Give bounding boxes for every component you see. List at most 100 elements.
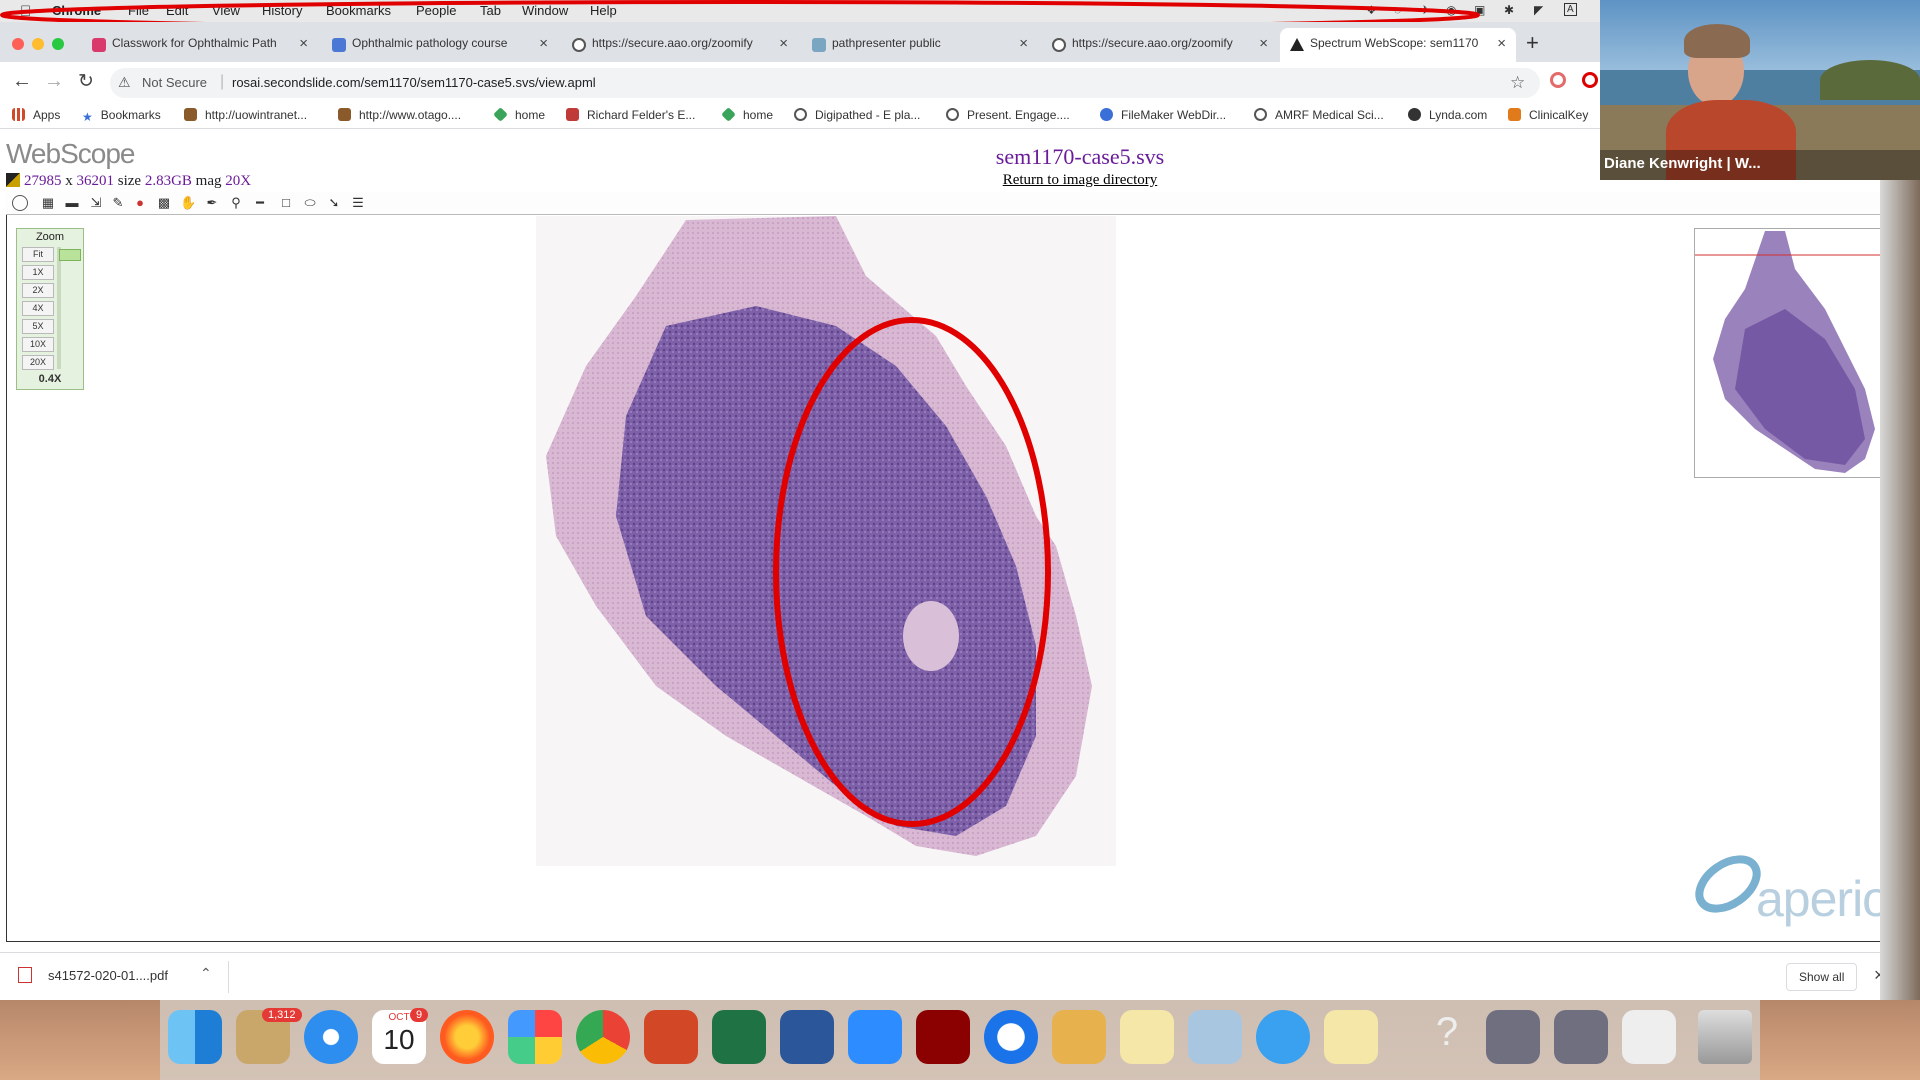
bookmark-bookmarks[interactable]: ★ Bookmarks <box>82 108 161 124</box>
cocktail-icon[interactable] <box>1052 1010 1106 1064</box>
url-text[interactable]: rosai.secondslide.com/sem1170/sem1170-ca… <box>232 75 596 90</box>
close-window-button[interactable] <box>12 38 24 50</box>
marker-icon[interactable]: ⚲ <box>228 195 244 211</box>
zoom-4x-button[interactable]: 4X <box>22 301 54 316</box>
bookmark-present-engage[interactable]: Present. Engage.... <box>946 108 1070 122</box>
tab-favicon-icon <box>332 38 346 52</box>
notes-icon[interactable] <box>1120 1010 1174 1064</box>
acrobat-icon[interactable] <box>916 1010 970 1064</box>
chrome-icon[interactable] <box>576 1010 630 1064</box>
label-icon[interactable]: ▬ <box>64 195 80 211</box>
firefox-icon[interactable] <box>440 1010 494 1064</box>
zoom-20x-button[interactable]: 20X <box>22 355 54 370</box>
color-icon[interactable]: ● <box>132 195 148 211</box>
thumbnail-navigator[interactable] <box>1694 228 1888 478</box>
powerpoint-icon[interactable] <box>644 1010 698 1064</box>
help-question-icon[interactable]: ? <box>1420 1010 1474 1064</box>
tab-aao-zoomify-1[interactable]: https://secure.aao.org/zoomify × <box>562 28 798 62</box>
tab-spectrum-webscope[interactable]: Spectrum WebScope: sem1170 × <box>1280 28 1516 62</box>
zoom-1x-button[interactable]: 1X <box>22 265 54 280</box>
return-link[interactable]: Return to image directory <box>880 172 1280 189</box>
globe-icon <box>572 38 586 52</box>
arrow-tool-icon[interactable]: ➘ <box>326 195 342 211</box>
bookmark-home-1[interactable]: home <box>493 107 545 122</box>
show-all-button[interactable]: Show all <box>1786 963 1858 991</box>
excel-icon[interactable] <box>712 1010 766 1064</box>
pen-icon[interactable]: ✒ <box>204 195 220 211</box>
trash-icon[interactable] <box>1698 1010 1752 1064</box>
aperio-wordmark: aperio <box>1756 871 1890 927</box>
edit-icon[interactable]: ✎ <box>110 195 126 211</box>
zoom-10x-button[interactable]: 10X <box>22 337 54 352</box>
ellipse-tool-icon[interactable]: ⬭ <box>302 195 318 211</box>
bookmarks-bar: Apps ★ Bookmarks http://uowintranet... ht… <box>0 104 1600 129</box>
back-icon[interactable]: ← <box>12 70 32 93</box>
tab-title: https://secure.aao.org/zoomify <box>592 36 753 50</box>
download-divider <box>228 961 229 993</box>
download-filename[interactable]: s41572-020-01....pdf <box>48 968 168 983</box>
rectangle-tool-icon[interactable]: □ <box>278 195 294 211</box>
documents-folder-icon[interactable] <box>1622 1010 1676 1064</box>
chevron-up-icon[interactable]: ⌃ <box>200 965 212 982</box>
bookmark-star-icon[interactable]: ☆ <box>1510 73 1525 93</box>
opera-extension-icon[interactable] <box>1582 72 1598 88</box>
reload-icon[interactable]: ↻ <box>78 70 94 93</box>
tab-favicon-icon <box>812 38 826 52</box>
tab-pathpresenter[interactable]: pathpresenter public × <box>802 28 1038 62</box>
extension-icon[interactable] <box>1550 72 1566 88</box>
zoom-2x-button[interactable]: 2X <box>22 283 54 298</box>
bookmark-lynda[interactable]: Lynda.com <box>1408 108 1487 122</box>
bookmark-apps[interactable]: Apps <box>12 108 60 122</box>
rotate-icon[interactable] <box>12 195 28 211</box>
quicktime-icon[interactable] <box>984 1010 1038 1064</box>
close-tab-icon[interactable]: × <box>779 35 788 52</box>
bookmark-amrf[interactable]: AMRF Medical Sci... <box>1254 108 1384 122</box>
image-icon <box>6 173 20 187</box>
zoom-slider-handle[interactable] <box>59 249 81 261</box>
zoom-window-button[interactable] <box>52 38 64 50</box>
new-tab-button[interactable]: + <box>1526 30 1539 56</box>
ruler-icon[interactable]: ━ <box>252 195 268 211</box>
close-tab-icon[interactable]: × <box>1259 35 1268 52</box>
bookmark-richard-felder[interactable]: Richard Felder's E... <box>566 108 695 122</box>
thumbnail-icon[interactable]: ▦ <box>40 195 56 211</box>
omnibox[interactable]: ⚠ Not Secure | rosai.secondslide.com/sem… <box>110 68 1540 98</box>
bookmark-home-2[interactable]: home <box>721 107 773 122</box>
close-tab-icon[interactable]: × <box>1019 35 1028 52</box>
bookmark-clinicalkey[interactable]: ClinicalKey <box>1508 108 1588 122</box>
security-label[interactable]: Not Secure <box>142 75 207 90</box>
zoom-fit-button[interactable]: Fit <box>22 247 54 262</box>
bookmark-otago[interactable]: http://www.otago.... <box>338 108 461 122</box>
tab-ophthalmic-course[interactable]: Ophthalmic pathology course × <box>322 28 558 62</box>
tab-classwork[interactable]: Classwork for Ophthalmic Path × <box>82 28 318 62</box>
bookmark-digipathed[interactable]: Digipathed - E pla... <box>794 108 920 122</box>
annotation-list-icon[interactable]: ☰ <box>350 195 366 211</box>
word-icon[interactable] <box>780 1010 834 1064</box>
webscope-logo: WebScope <box>6 138 135 169</box>
zoom-window-thumbnail-icon[interactable] <box>1486 1010 1540 1064</box>
bookmark-uowintranet[interactable]: http://uowintranet... <box>184 108 307 122</box>
close-tab-icon[interactable]: × <box>1497 35 1506 52</box>
messages-icon[interactable] <box>1256 1010 1310 1064</box>
preview-icon[interactable] <box>1188 1010 1242 1064</box>
close-tab-icon[interactable]: × <box>299 35 308 52</box>
grapher-icon[interactable] <box>1324 1010 1378 1064</box>
zoom-5x-button[interactable]: 5X <box>22 319 54 334</box>
video-hill <box>1820 60 1920 100</box>
tab-aao-zoomify-2[interactable]: https://secure.aao.org/zoomify × <box>1042 28 1278 62</box>
zoom-app-icon[interactable] <box>848 1010 902 1064</box>
zoom-slider-track[interactable] <box>57 247 61 369</box>
photos-app-icon[interactable] <box>508 1010 562 1064</box>
zoom-window-thumbnail-icon[interactable] <box>1554 1010 1608 1064</box>
tab-title: Classwork for Ophthalmic Path <box>112 36 277 50</box>
bookmark-filemaker[interactable]: FileMaker WebDir... <box>1100 108 1226 122</box>
video-participant-tile[interactable]: Diane Kenwright | W... <box>1600 0 1920 180</box>
fit-icon[interactable]: ⇲ <box>88 195 104 211</box>
safari-icon[interactable] <box>304 1010 358 1064</box>
forward-icon[interactable]: → <box>44 70 64 93</box>
pan-hand-icon[interactable]: ✋ <box>180 195 196 211</box>
save-icon[interactable]: ▩ <box>156 195 172 211</box>
minimize-window-button[interactable] <box>32 38 44 50</box>
finder-icon[interactable] <box>168 1010 222 1064</box>
close-tab-icon[interactable]: × <box>539 35 548 52</box>
